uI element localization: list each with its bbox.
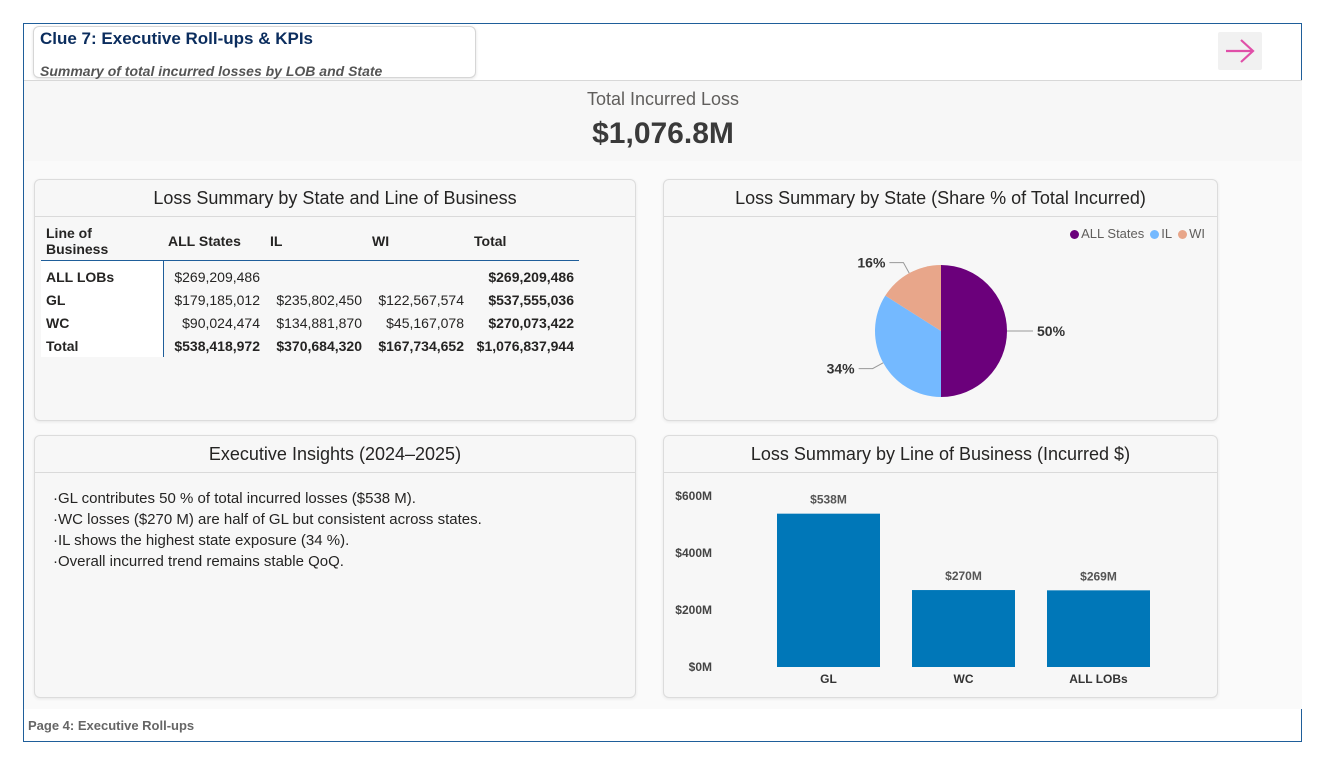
table-cell: $269,209,486 bbox=[488, 268, 574, 285]
kpi-card: Total Incurred Loss $1,076.8M bbox=[24, 80, 1302, 162]
table-cell: $269,209,486 bbox=[174, 268, 260, 285]
next-page-button[interactable] bbox=[1218, 32, 1262, 70]
table-cell: $1,076,837,944 bbox=[476, 337, 574, 354]
bar-data-label: $538M bbox=[810, 493, 847, 507]
pie-data-label: 50% bbox=[1037, 323, 1066, 339]
x-tick-label: ALL LOBs bbox=[1069, 672, 1128, 686]
legend-label: WI bbox=[1189, 226, 1205, 241]
bar-chart-title: Loss Summary by Line of Business (Incurr… bbox=[664, 436, 1217, 473]
table-cell: $134,881,870 bbox=[276, 314, 362, 331]
table-cell bbox=[265, 261, 367, 289]
y-tick-label: $200M bbox=[675, 603, 712, 617]
pie-slice-all-states[interactable] bbox=[941, 265, 1007, 397]
legend-label: ALL States bbox=[1081, 226, 1145, 241]
legend-item[interactable]: WI bbox=[1178, 226, 1205, 241]
table-cell: $122,567,574 bbox=[378, 291, 464, 308]
row-label: WC bbox=[41, 311, 164, 334]
insights-list: GL contributes 50 % of total incurred lo… bbox=[53, 488, 482, 572]
table-cell: $370,684,320 bbox=[276, 337, 362, 354]
y-tick-label: $400M bbox=[675, 546, 712, 560]
table-cell: $45,167,078 bbox=[386, 314, 464, 331]
table-cell: $270,073,422 bbox=[488, 314, 574, 331]
legend-dot-icon bbox=[1178, 230, 1188, 240]
insight-bullet: Overall incurred trend remains stable Qo… bbox=[53, 551, 482, 572]
insight-bullet: IL shows the highest state exposure (34 … bbox=[53, 530, 482, 551]
bar-chart: $0M $200M $400M $600M $538M GL $270M WC $269M ALL… bbox=[675, 489, 1150, 686]
row-label: Total bbox=[41, 334, 164, 357]
loss-table-card: Loss Summary by State and Line of Busine… bbox=[34, 179, 636, 421]
x-tick-label: WC bbox=[954, 672, 974, 686]
x-tick-label: GL bbox=[820, 672, 837, 686]
footer-divider bbox=[578, 741, 1302, 742]
kpi-label: Total Incurred Loss bbox=[586, 89, 740, 109]
bar-wc[interactable] bbox=[912, 590, 1015, 667]
table-row: GL $179,185,012 $235,802,450 $122,567,57… bbox=[41, 288, 579, 311]
legend-label: IL bbox=[1161, 226, 1173, 241]
column-header[interactable]: Line of Business bbox=[41, 222, 163, 261]
table-row: WC $90,024,474 $134,881,870 $45,167,078 … bbox=[41, 311, 579, 334]
table-cell: $179,185,012 bbox=[174, 291, 260, 308]
column-header[interactable]: IL bbox=[265, 222, 367, 261]
table-cell: $90,024,474 bbox=[182, 314, 260, 331]
loss-table-title: Loss Summary by State and Line of Busine… bbox=[35, 180, 635, 217]
pie-legend: ALL States IL WI bbox=[1070, 226, 1205, 241]
row-label: ALL LOBs bbox=[41, 260, 164, 288]
bar-all-lobs[interactable] bbox=[1047, 590, 1150, 667]
bar-gl[interactable] bbox=[777, 513, 880, 667]
table-header-row: Line of Business ALL States IL WI Total bbox=[41, 222, 579, 261]
arrow-right-icon bbox=[1226, 39, 1255, 63]
table-total-row: Total $538,418,972 $370,684,320 $167,734… bbox=[41, 334, 579, 357]
table-cell bbox=[367, 261, 469, 289]
pie-chart: 50% 34% 16% bbox=[827, 255, 1066, 397]
page-footer-label: Page 4: Executive Roll-ups bbox=[28, 718, 195, 733]
legend-dot-icon bbox=[1150, 230, 1160, 240]
insight-bullet: GL contributes 50 % of total incurred lo… bbox=[53, 488, 482, 509]
state-pie-card: Loss Summary by State (Share % of Total … bbox=[663, 179, 1218, 421]
row-label: GL bbox=[41, 288, 164, 311]
clue-header-card: Clue 7: Executive Roll-ups & KPIs Summar… bbox=[33, 26, 476, 79]
table-cell: $167,734,652 bbox=[378, 337, 464, 354]
kpi-value: $1,076.8M bbox=[592, 117, 734, 150]
pie-chart-title: Loss Summary by State (Share % of Total … bbox=[664, 180, 1217, 217]
insight-bullet: WC losses ($270 M) are half of GL but co… bbox=[53, 509, 482, 530]
table-row: ALL LOBs $269,209,486 $269,209,486 bbox=[41, 260, 579, 289]
y-tick-label: $600M bbox=[675, 489, 712, 503]
table-cell: $235,802,450 bbox=[276, 291, 362, 308]
insights-title: Executive Insights (2024–2025) bbox=[35, 436, 635, 473]
column-header[interactable]: WI bbox=[367, 222, 469, 261]
legend-item[interactable]: ALL States bbox=[1070, 226, 1144, 241]
column-header[interactable]: ALL States bbox=[163, 222, 265, 261]
insights-card: Executive Insights (2024–2025) GL contri… bbox=[34, 435, 636, 698]
bar-data-label: $270M bbox=[945, 569, 982, 583]
page-subtitle: Summary of total incurred losses by LOB … bbox=[40, 63, 383, 79]
bar-data-label: $269M bbox=[1080, 569, 1117, 583]
pie-data-label: 34% bbox=[827, 361, 856, 377]
loss-summary-table: Line of Business ALL States IL WI Total … bbox=[41, 222, 579, 357]
column-header[interactable]: Total bbox=[469, 222, 579, 261]
table-cell: $538,418,972 bbox=[174, 337, 260, 354]
pie-data-label: 16% bbox=[857, 255, 886, 271]
pie-leader-line bbox=[889, 262, 910, 274]
lob-bar-card: Loss Summary by Line of Business (Incurr… bbox=[663, 435, 1218, 698]
legend-dot-icon bbox=[1070, 230, 1080, 240]
legend-item[interactable]: IL bbox=[1150, 226, 1172, 241]
pie-leader-line bbox=[858, 362, 884, 370]
y-tick-label: $0M bbox=[689, 660, 712, 674]
page-title: Clue 7: Executive Roll-ups & KPIs bbox=[40, 29, 314, 48]
table-cell: $537,555,036 bbox=[488, 291, 574, 308]
